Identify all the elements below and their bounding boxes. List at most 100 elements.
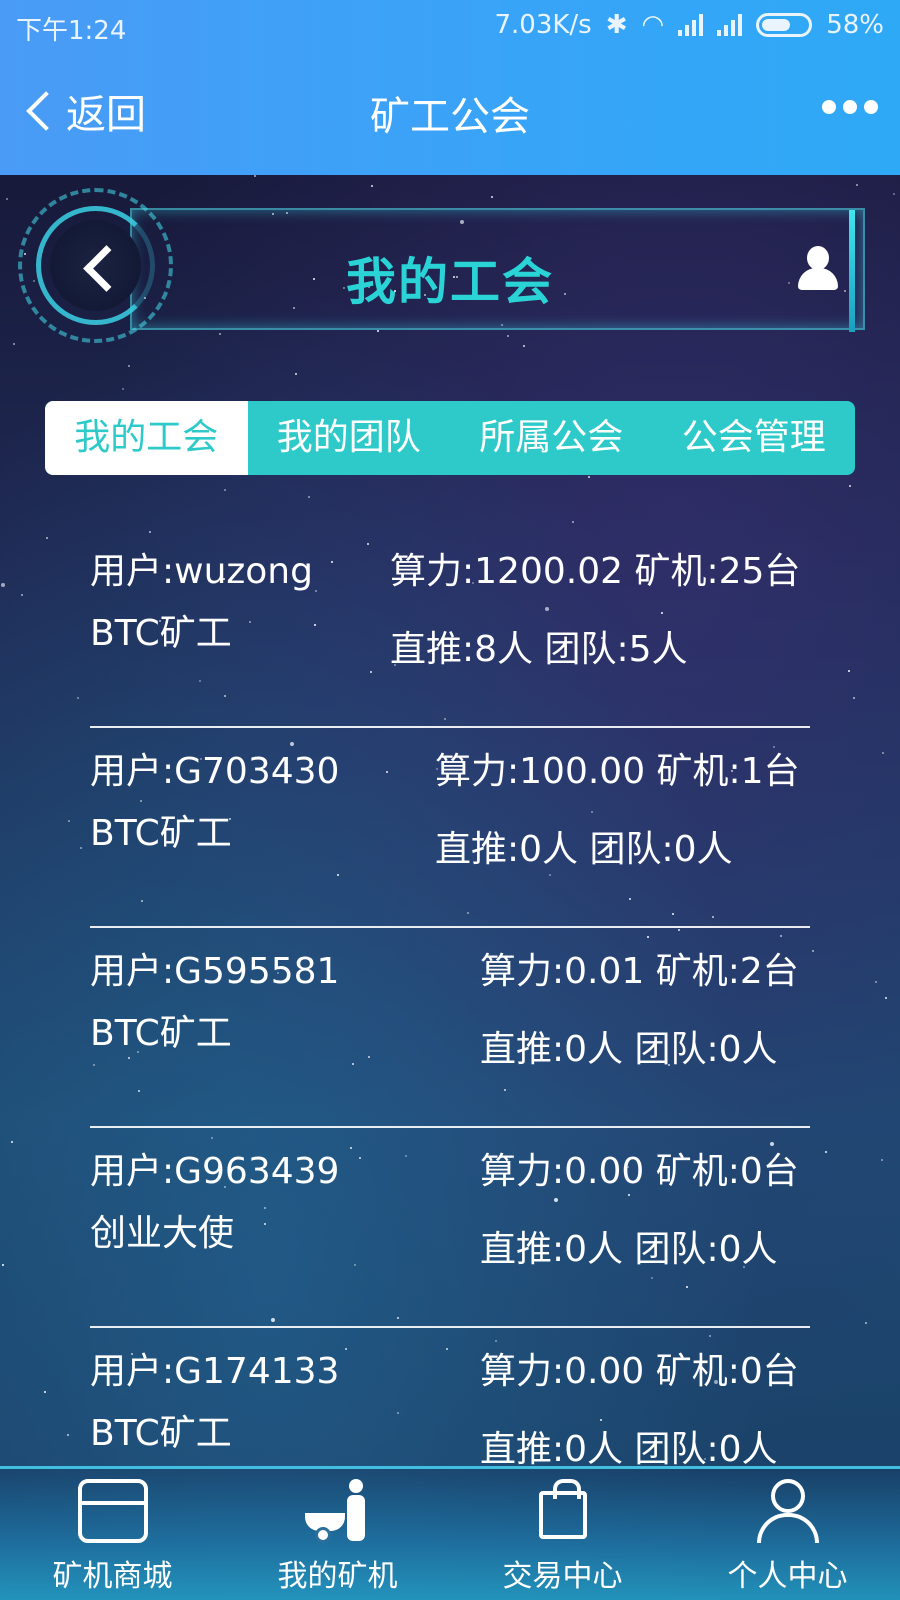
list-item[interactable]: 用户:G703430 BTC矿工 算力:100.00 矿机:1台 直推:0人 团…	[90, 728, 810, 928]
star-dot	[849, 485, 851, 487]
page-title: 矿工公会	[370, 94, 530, 140]
star-dot	[68, 820, 70, 822]
star-dot	[875, 981, 877, 983]
member-role: BTC矿工	[90, 1013, 232, 1054]
star-dot	[572, 521, 574, 523]
member-stats: 算力:0.00 矿机:0台 直推:0人 团队:0人	[480, 1142, 810, 1272]
star-dot	[254, 175, 256, 177]
person-icon	[753, 1479, 823, 1543]
user-profile-icon[interactable]	[796, 246, 840, 290]
nav-personal-center[interactable]: 个人中心	[675, 1469, 900, 1600]
signal-icon-2	[717, 14, 743, 36]
network-speed: 7.03K/s	[494, 10, 592, 40]
star-dot	[128, 365, 130, 367]
battery-percent: 58%	[826, 10, 884, 40]
star-dot	[224, 489, 226, 491]
nav-miner-shop[interactable]: 矿机商城	[0, 1469, 225, 1600]
nav-trading-center[interactable]: 交易中心	[450, 1469, 675, 1600]
member-list: 用户:wuzong BTC矿工 算力:1200.02 矿机:25台 直推:8人 …	[90, 528, 810, 1528]
nav-label: 个人中心	[727, 1559, 848, 1594]
member-referrals-team: 直推:0人 团队:0人	[480, 1229, 778, 1270]
user-body-shape	[798, 268, 838, 290]
star-dot	[80, 847, 82, 849]
member-username: 用户:wuzong	[90, 551, 313, 592]
member-username: 用户:G595581	[90, 951, 340, 992]
member-referrals-team: 直推:0人 团队:0人	[480, 1029, 778, 1070]
title-bar: 返回 矿工公会	[0, 70, 900, 160]
member-referrals-team: 直推:8人 团队:5人	[390, 629, 688, 670]
star-dot	[308, 496, 310, 498]
shop-icon	[77, 1479, 148, 1543]
guild-banner: 我的工会	[0, 180, 900, 360]
miner-body-shape	[346, 1495, 365, 1541]
tab-my-team[interactable]: 我的团队	[248, 401, 451, 475]
nav-label: 我的矿机	[277, 1559, 398, 1594]
wheel-shape	[314, 1527, 331, 1543]
star-dot	[11, 1141, 13, 1143]
nav-label: 交易中心	[502, 1559, 623, 1594]
status-indicators: 7.03K/s ✱ ◠ 58%	[494, 10, 884, 40]
more-dot-icon	[864, 100, 878, 114]
nav-my-miners[interactable]: 我的矿机	[225, 1469, 450, 1600]
star-dot	[881, 1159, 883, 1161]
star-dot	[882, 752, 884, 754]
member-stats: 算力:100.00 矿机:1台 直推:0人 团队:0人	[435, 742, 810, 872]
member-role: 创业大使	[90, 1213, 235, 1254]
guild-tabs: 我的工会 我的团队 所属公会 公会管理	[45, 401, 855, 475]
member-role: BTC矿工	[90, 613, 232, 654]
shopping-bag-icon	[538, 1479, 587, 1539]
star-dot	[67, 1434, 69, 1436]
member-hashrate-machines: 算力:0.01 矿机:2台	[480, 951, 799, 992]
star-dot	[77, 697, 79, 699]
battery-icon	[756, 13, 813, 37]
bluetooth-icon: ✱	[605, 10, 628, 40]
bottom-navigation: 矿机商城 我的矿机 交易中心 个人中心	[0, 1466, 900, 1600]
miner-icon	[303, 1479, 373, 1543]
member-hashrate-machines: 算力:0.00 矿机:0台	[480, 1151, 799, 1192]
banner-title: 我的工会	[346, 253, 554, 311]
star-dot	[812, 950, 814, 952]
more-options-button[interactable]	[822, 100, 878, 114]
star-dot	[885, 997, 887, 999]
star-dot	[588, 476, 590, 478]
member-username: 用户:G174133	[90, 1351, 340, 1392]
app-bar: 下午1:24 7.03K/s ✱ ◠ 58% 返回 矿工公会	[0, 0, 900, 175]
star-dot	[44, 1391, 46, 1393]
tab-my-guild[interactable]: 我的工会	[45, 401, 248, 475]
star-dot	[122, 388, 124, 390]
member-hashrate-machines: 算力:100.00 矿机:1台	[435, 751, 800, 792]
member-referrals-team: 直推:0人 团队:0人	[435, 829, 733, 870]
member-stats: 算力:1200.02 矿机:25台 直推:8人 团队:5人	[390, 542, 810, 672]
user-head-shape	[807, 246, 829, 270]
more-dot-icon	[822, 100, 836, 114]
person-head-shape	[770, 1479, 805, 1513]
star-dot	[853, 697, 855, 699]
star-dot	[825, 1151, 827, 1153]
status-bar: 下午1:24 7.03K/s ✱ ◠ 58%	[0, 0, 900, 52]
list-item[interactable]: 用户:G963439 创业大使 算力:0.00 矿机:0台 直推:0人 团队:0…	[90, 1128, 810, 1328]
person-body-shape	[756, 1513, 819, 1543]
star-dot	[2, 1264, 4, 1266]
member-username: 用户:G963439	[90, 1151, 340, 1192]
member-hashrate-machines: 算力:0.00 矿机:0台	[480, 1351, 799, 1392]
signal-icon	[678, 14, 704, 36]
list-item[interactable]: 用户:wuzong BTC矿工 算力:1200.02 矿机:25台 直推:8人 …	[90, 528, 810, 728]
member-stats: 算力:0.00 矿机:0台 直推:0人 团队:0人	[480, 1342, 810, 1472]
tab-affiliated-guild[interactable]: 所属公会	[450, 401, 653, 475]
star-dot	[1, 583, 5, 587]
list-item[interactable]: 用户:G595581 BTC矿工 算力:0.01 矿机:2台 直推:0人 团队:…	[90, 928, 810, 1128]
nav-label: 矿机商城	[52, 1559, 173, 1594]
wifi-icon: ◠	[641, 10, 665, 40]
tab-guild-management[interactable]: 公会管理	[653, 401, 856, 475]
member-role: BTC矿工	[90, 1413, 232, 1454]
star-dot	[21, 594, 23, 596]
member-referrals-team: 直推:0人 团队:0人	[480, 1429, 778, 1470]
member-username: 用户:G703430	[90, 751, 340, 792]
star-dot	[848, 670, 850, 672]
member-role: BTC矿工	[90, 813, 232, 854]
star-dot	[46, 537, 48, 539]
star-dot	[865, 1322, 867, 1324]
star-dot	[295, 373, 297, 375]
member-stats: 算力:0.01 矿机:2台 直推:0人 团队:0人	[480, 942, 810, 1072]
status-time: 下午1:24	[16, 16, 127, 46]
